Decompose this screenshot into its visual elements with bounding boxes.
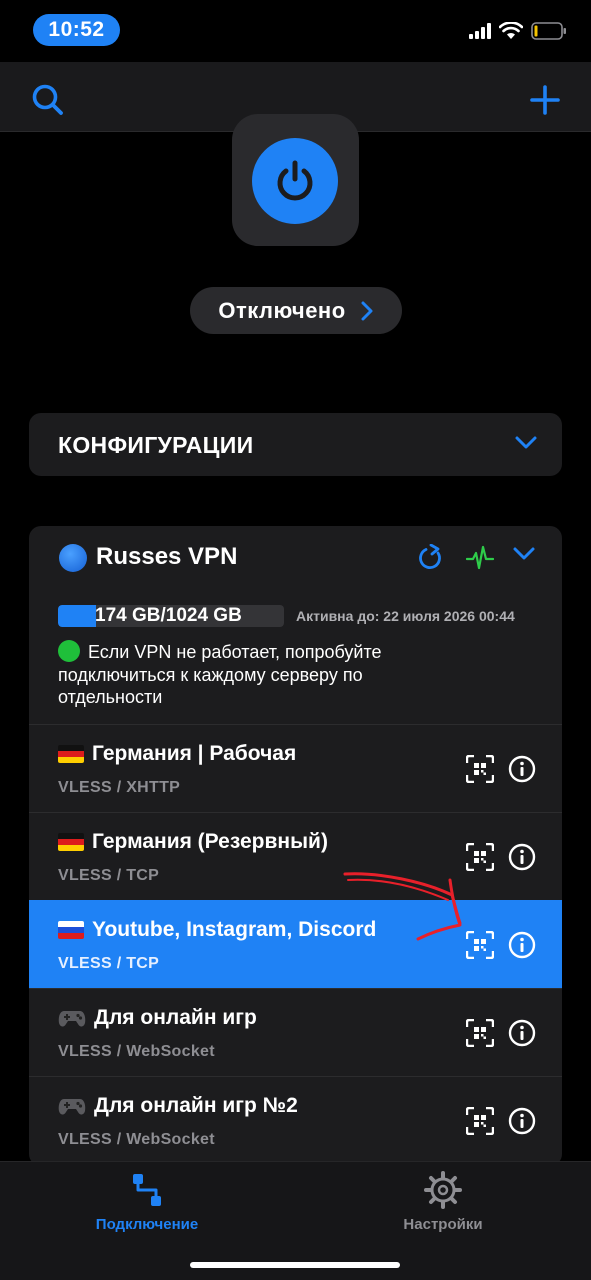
- cellular-signal-icon: [469, 23, 491, 39]
- server-name: Youtube, Instagram, Discord: [58, 918, 376, 942]
- chevron-down-icon[interactable]: [512, 546, 536, 562]
- qr-code-icon[interactable]: [466, 931, 494, 959]
- configurations-title: КОНФИГУРАЦИИ: [58, 432, 254, 458]
- subscription-header[interactable]: Russes VPN: [29, 526, 562, 588]
- gamepad-icon: [58, 1099, 86, 1115]
- subscription-dot-icon: [59, 544, 87, 572]
- server-name: Германия (Резервный): [58, 830, 328, 854]
- search-icon: [32, 84, 63, 115]
- server-protocol: VLESS / WebSocket: [58, 1131, 215, 1148]
- traffic-usage-text: 174 GB/1024 GB: [95, 605, 242, 626]
- server-protocol: VLESS / TCP: [58, 955, 160, 972]
- subscription-notice: Если VPN не работает, попробуйте подключ…: [58, 640, 438, 709]
- info-icon[interactable]: [508, 1107, 536, 1135]
- server-name: Для онлайн игр: [58, 1006, 257, 1030]
- status-bar: 10:52: [0, 0, 591, 62]
- ping-test-icon[interactable]: [466, 544, 494, 572]
- power-icon: [277, 160, 313, 201]
- battery-icon: [531, 22, 566, 40]
- qr-code-icon[interactable]: [466, 755, 494, 783]
- home-indicator: [190, 1262, 400, 1268]
- status-time: 10:52: [33, 14, 120, 46]
- green-circle-icon: [58, 640, 80, 662]
- traffic-usage-fill: [58, 605, 97, 627]
- plus-icon: [530, 85, 560, 115]
- server-name-text: Германия (Резервный): [92, 830, 328, 853]
- qr-code-icon[interactable]: [466, 1107, 494, 1135]
- server-name-text: Для онлайн игр: [94, 1006, 257, 1029]
- connection-nodes-icon: [133, 1174, 161, 1206]
- power-button[interactable]: [252, 138, 338, 224]
- server-name-text: Для онлайн игр №2: [94, 1094, 298, 1117]
- tab-connection-label: Подключение: [95, 1216, 199, 1233]
- russia-flag-icon: [58, 921, 84, 939]
- server-row[interactable]: Для онлайн игр VLESS / WebSocket: [29, 988, 562, 1076]
- connection-status-button[interactable]: Отключено: [190, 287, 402, 334]
- info-icon[interactable]: [508, 1019, 536, 1047]
- qr-code-icon[interactable]: [466, 843, 494, 871]
- germany-flag-icon: [58, 745, 84, 763]
- server-name-text: Youtube, Instagram, Discord: [92, 918, 377, 941]
- chevron-right-icon: [361, 301, 373, 320]
- server-name: Германия | Рабочая: [58, 742, 296, 766]
- info-icon[interactable]: [508, 843, 536, 871]
- server-protocol: VLESS / XHTTP: [58, 779, 181, 796]
- info-icon[interactable]: [508, 755, 536, 783]
- server-protocol: VLESS / TCP: [58, 867, 160, 884]
- search-button[interactable]: [30, 82, 66, 118]
- power-tile[interactable]: [232, 114, 359, 246]
- qr-code-icon[interactable]: [466, 1019, 494, 1047]
- subscription-name: Russes VPN: [96, 543, 238, 570]
- server-row[interactable]: Германия | Рабочая VLESS / XHTTP: [29, 724, 562, 812]
- info-icon[interactable]: [508, 931, 536, 959]
- gamepad-icon: [58, 1011, 86, 1027]
- server-name-text: Германия | Рабочая: [92, 742, 297, 765]
- add-config-button[interactable]: [527, 82, 563, 118]
- gear-icon: [424, 1171, 462, 1209]
- tab-connection[interactable]: Подключение: [47, 1170, 247, 1233]
- connection-status-label: Отключено: [218, 297, 346, 323]
- subscription-expiry: Активна до: 22 июля 2026 00:44: [296, 608, 515, 624]
- server-row[interactable]: Youtube, Instagram, Discord VLESS / TCP: [29, 900, 562, 988]
- server-row[interactable]: Германия (Резервный) VLESS / TCP: [29, 812, 562, 900]
- tab-settings-label: Настройки: [403, 1216, 483, 1233]
- chevron-down-icon: [515, 436, 537, 449]
- subscription-notice-text: Если VPN не работает, попробуйте подключ…: [58, 642, 382, 707]
- configurations-section-header[interactable]: КОНФИГУРАЦИИ: [29, 413, 562, 476]
- server-row[interactable]: Для онлайн игр №2 VLESS / WebSocket: [29, 1076, 562, 1164]
- server-protocol: VLESS / WebSocket: [58, 1043, 215, 1060]
- refresh-icon[interactable]: [418, 544, 444, 572]
- subscription-card: Russes VPN 174 GB/1024 GB Активна до: 22…: [29, 526, 562, 1166]
- germany-flag-icon: [58, 833, 84, 851]
- tab-settings[interactable]: Настройки: [343, 1170, 543, 1233]
- traffic-usage-bar: 174 GB/1024 GB: [58, 605, 284, 627]
- status-icons: [469, 22, 567, 40]
- server-name: Для онлайн игр №2: [58, 1094, 298, 1118]
- wifi-icon: [499, 22, 523, 39]
